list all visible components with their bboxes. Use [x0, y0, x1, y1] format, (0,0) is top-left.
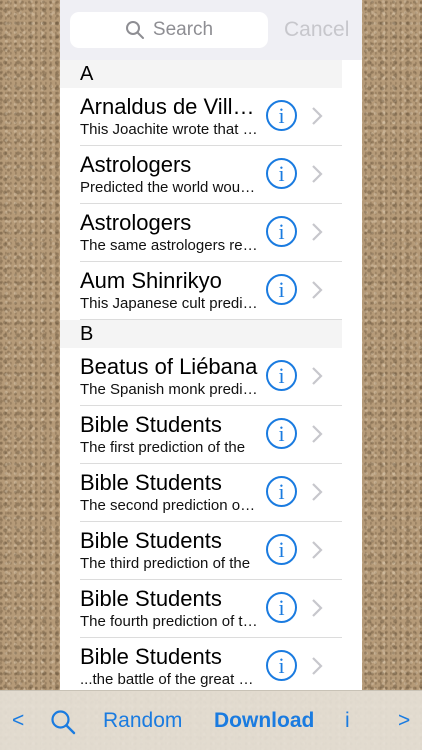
chevron-right-icon — [312, 107, 323, 125]
info-button[interactable]: i — [345, 709, 350, 733]
section-b: B Beatus of Liébana The Spanish monk pre… — [60, 320, 362, 690]
info-icon[interactable]: i — [266, 534, 297, 565]
item-subtitle: This Joachite wrote that the Antichrist — [80, 121, 258, 138]
list-item[interactable]: Beatus of Liébana The Spanish monk predi… — [80, 348, 342, 406]
cancel-button[interactable]: Cancel — [284, 18, 349, 42]
list-item[interactable]: Bible Students The fourth prediction of … — [80, 580, 342, 638]
item-title: Bible Students — [80, 528, 222, 553]
item-subtitle: The first prediction of the — [80, 439, 246, 456]
item-title: Bible Students — [80, 644, 222, 669]
next-button[interactable]: > — [398, 709, 410, 733]
list-item[interactable]: Bible Students The second prediction of … — [80, 464, 342, 522]
item-subtitle: The third prediction of the — [80, 555, 251, 572]
list-item[interactable]: Bible Students The third prediction of t… — [80, 522, 342, 580]
bottom-toolbar: < Random Download i > — [0, 690, 422, 750]
list-item[interactable]: Astrologers Predicted the world would en… — [80, 146, 342, 204]
info-icon[interactable]: i — [266, 360, 297, 391]
info-icon[interactable]: i — [266, 592, 297, 623]
item-title: Astrologers — [80, 210, 192, 235]
item-subtitle: The Spanish monk predicted — [80, 381, 258, 398]
chevron-right-icon — [312, 367, 323, 385]
list-item[interactable]: Aum Shinrikyo This Japanese cult predict… — [80, 262, 342, 320]
item-title: Aum Shinrikyo — [80, 268, 222, 293]
info-icon[interactable]: i — [266, 476, 297, 507]
search-bar: Search Cancel — [60, 0, 362, 60]
item-title: Beatus of Liébana — [80, 354, 258, 379]
info-icon[interactable]: i — [266, 650, 297, 681]
chevron-right-icon — [312, 281, 323, 299]
chevron-right-icon — [312, 223, 323, 241]
section-header-b: B — [60, 320, 342, 348]
section-header-a: A — [60, 60, 342, 88]
info-icon[interactable]: i — [266, 418, 297, 449]
item-subtitle: ...the battle of the great day — [80, 671, 258, 688]
info-icon[interactable]: i — [266, 274, 297, 305]
item-title: Bible Students — [80, 586, 222, 611]
item-subtitle: Predicted the world would end — [80, 179, 258, 196]
search-placeholder: Search — [152, 19, 214, 40]
section-a: A Arnaldus de Villanova This Joachite wr… — [60, 60, 362, 320]
list-item[interactable]: Astrologers The same astrologers recalcu… — [80, 204, 342, 262]
item-subtitle: The same astrologers recalculated — [80, 237, 258, 254]
chevron-right-icon — [312, 425, 323, 443]
search-input[interactable]: Search — [70, 12, 268, 48]
item-subtitle: The second prediction of the — [80, 497, 258, 514]
info-icon[interactable]: i — [266, 216, 297, 247]
download-button[interactable]: Download — [214, 709, 314, 733]
chevron-right-icon — [312, 657, 323, 675]
search-icon — [125, 21, 144, 39]
item-title: Arnaldus de Villanova — [80, 94, 258, 119]
item-title: Bible Students — [80, 412, 222, 437]
chevron-right-icon — [312, 541, 323, 559]
chevron-right-icon — [312, 599, 323, 617]
list-item[interactable]: Arnaldus de Villanova This Joachite wrot… — [80, 88, 342, 146]
item-title: Astrologers — [80, 152, 192, 177]
previous-button[interactable]: < — [12, 709, 24, 733]
list-item[interactable]: Bible Students ...the battle of the grea… — [80, 638, 342, 690]
item-subtitle: This Japanese cult predicted — [80, 295, 258, 312]
info-icon[interactable]: i — [266, 100, 297, 131]
chevron-right-icon — [312, 165, 323, 183]
list-item[interactable]: Bible Students The first prediction of t… — [80, 406, 342, 464]
list-panel: Search Cancel A Arnaldus de Villanova Th… — [60, 0, 362, 690]
item-subtitle: The fourth prediction of the — [80, 613, 258, 630]
search-icon[interactable] — [50, 709, 76, 735]
info-icon[interactable]: i — [266, 158, 297, 189]
chevron-right-icon — [312, 483, 323, 501]
random-button[interactable]: Random — [103, 709, 182, 733]
item-title: Bible Students — [80, 470, 222, 495]
